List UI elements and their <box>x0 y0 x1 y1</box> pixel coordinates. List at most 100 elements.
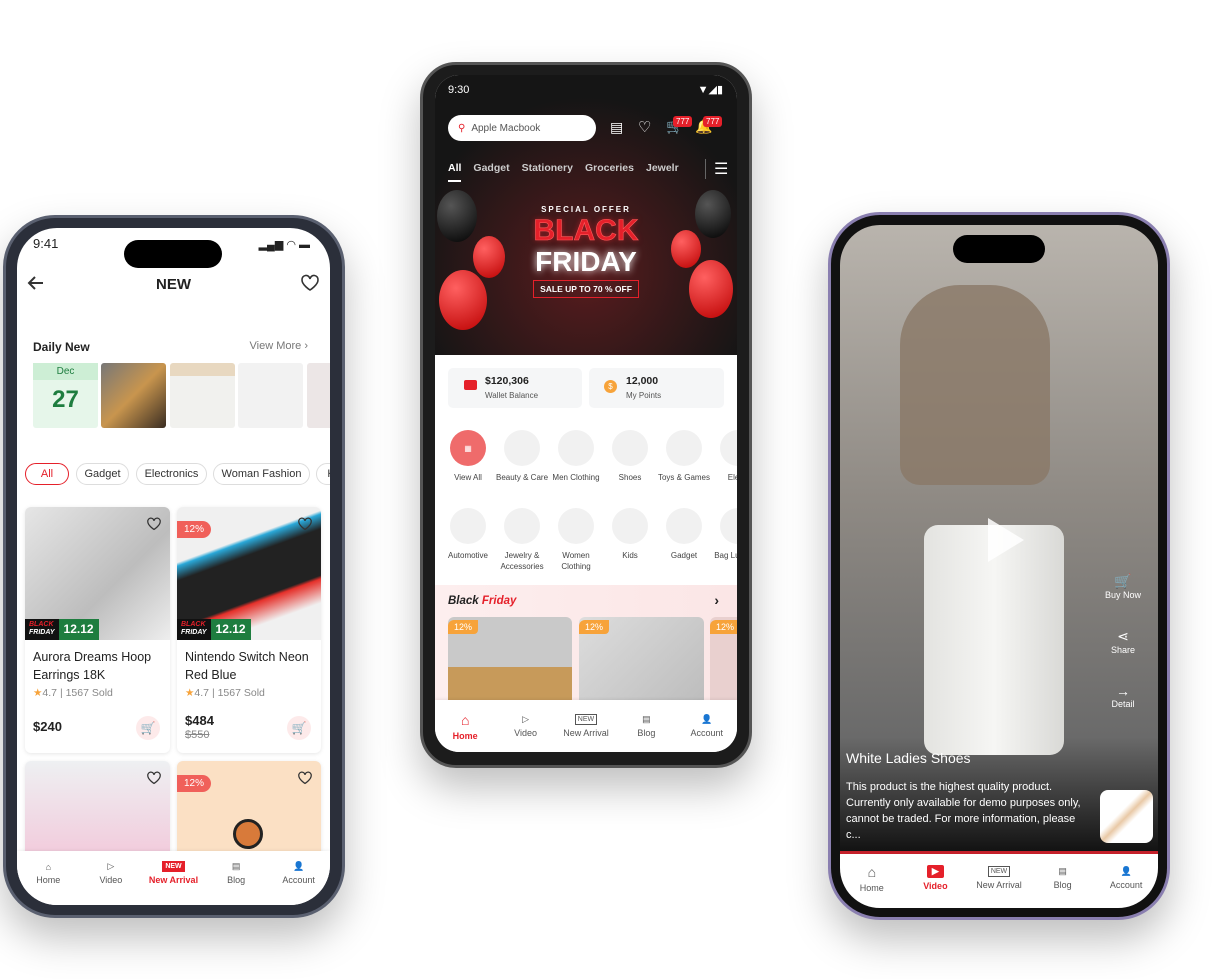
category-item[interactable]: Shoes <box>603 430 657 483</box>
section-chevron-icon[interactable]: › <box>714 592 719 608</box>
category-item[interactable]: ▦ View All <box>441 430 495 483</box>
product-card[interactable]: BLACK FRIDAY 12.12 Aurora Dreams Hoop Ear… <box>25 507 170 753</box>
category-item[interactable]: Bag Luggage <box>711 508 737 561</box>
category-item[interactable]: Automotive <box>441 508 495 561</box>
chip-gadget[interactable]: Gadget <box>76 463 129 485</box>
add-to-cart-button[interactable]: 🛒 <box>287 716 311 740</box>
orders-icon[interactable]: ▤ <box>610 119 623 136</box>
category-item[interactable]: Kids <box>603 508 657 561</box>
chip-woman-fashion[interactable]: Woman Fashion <box>213 463 310 485</box>
daily-item-stools[interactable] <box>238 363 303 428</box>
nav-blog[interactable]: ▤ Blog <box>1033 866 1093 890</box>
black-friday-banner[interactable]: SPECIAL OFFER BLACK FRIDAY SALE UP TO 70… <box>435 190 737 355</box>
wishlist-heart-icon[interactable] <box>297 517 313 531</box>
calendar-day: 27 <box>52 386 79 413</box>
promo-label: BLACK FRIDAY 12.12 <box>25 619 99 640</box>
category-label: Kids <box>622 551 638 560</box>
category-item[interactable]: Electr <box>711 430 737 483</box>
menu-icon[interactable]: ☰ <box>705 159 728 179</box>
nav-home[interactable]: ⌂ Home <box>435 712 495 741</box>
category-label: Automotive <box>447 551 489 560</box>
tab-groceries[interactable]: Groceries <box>585 162 634 182</box>
nav-video[interactable]: ▷ Video <box>81 861 141 885</box>
new-icon: NEW <box>574 714 598 725</box>
nav-account[interactable]: 👤 Account <box>1096 866 1156 890</box>
category-image <box>504 508 540 544</box>
product-price: $484 <box>185 713 214 728</box>
deal-card[interactable]: 12% <box>710 617 737 700</box>
product-price: $240 <box>33 719 62 734</box>
daily-new-title: Daily New <box>33 340 90 354</box>
nav-home[interactable]: ⌂ Home <box>842 864 902 893</box>
account-icon: 👤 <box>293 861 305 871</box>
nav-blog[interactable]: ▤ Blog <box>616 714 676 738</box>
bottom-nav: ⌂ Home ▷ Video NEW New Arrival ▤ Blog 👤 Accou… <box>17 851 330 905</box>
category-item[interactable]: Men Clothing <box>549 430 603 483</box>
nav-new-arrival[interactable]: NEW New Arrival <box>143 861 203 885</box>
wishlist-heart-icon[interactable] <box>146 771 162 785</box>
product-image-compact <box>233 819 263 849</box>
view-more-link[interactable]: View More › <box>250 340 309 352</box>
promo-black: BLACK <box>29 621 54 628</box>
category-item[interactable]: Gadget <box>657 508 711 561</box>
wishlist-heart-icon[interactable] <box>297 771 313 785</box>
tab-all[interactable]: All <box>448 162 462 182</box>
play-icon[interactable] <box>988 518 1024 562</box>
action-label: Share <box>1110 645 1136 655</box>
nav-video[interactable]: ▶ Video <box>905 865 965 891</box>
daily-item-shorts[interactable] <box>170 363 235 428</box>
chip-more[interactable]: K <box>316 463 330 485</box>
wishlist-icon[interactable]: ♡ <box>638 118 651 136</box>
tab-jewelry[interactable]: Jewelr <box>646 162 679 182</box>
tab-stationery[interactable]: Stationery <box>522 162 573 182</box>
dynamic-island <box>953 235 1045 263</box>
category-image <box>612 430 648 466</box>
nav-home[interactable]: ⌂ Home <box>18 862 78 885</box>
nav-account[interactable]: 👤 Account <box>269 861 329 885</box>
banner-kicker: SPECIAL OFFER <box>541 205 631 214</box>
category-label: Gadget <box>670 551 698 560</box>
rating-value: 4.7 <box>194 687 210 699</box>
nav-new-arrival[interactable]: NEW New Arrival <box>969 866 1029 890</box>
category-item[interactable]: Jewelry & Accessories <box>495 508 549 572</box>
heart-icon[interactable] <box>300 274 320 292</box>
nav-video[interactable]: ▷ Video <box>496 714 556 738</box>
category-label: Toys & Games <box>657 473 710 482</box>
share-button[interactable]: ⋖ Share <box>1093 628 1153 655</box>
deal-card[interactable]: 12% <box>579 617 704 700</box>
detail-button[interactable]: → Detail <box>1093 683 1153 709</box>
search-icon: ⚲ <box>458 122 466 134</box>
search-input[interactable]: ⚲ Apple Macbook <box>448 115 596 141</box>
chip-all[interactable]: All <box>25 463 69 485</box>
coin-icon: $ <box>604 380 617 393</box>
category-label: View All <box>454 473 482 482</box>
daily-item-more[interactable] <box>307 363 330 428</box>
banner-sale: SALE UP TO 70 % OFF <box>533 280 639 298</box>
wallet-label: Wallet Balance <box>485 391 539 400</box>
calendar-tile: Dec 27 <box>33 363 98 428</box>
section-title-friday: Friday <box>481 595 517 607</box>
cart-count-badge: 777 <box>673 116 693 127</box>
wishlist-heart-icon[interactable] <box>146 517 162 531</box>
add-to-cart-button[interactable]: 🛒 <box>136 716 160 740</box>
category-item[interactable]: Women Clothing <box>549 508 603 572</box>
chip-electronics[interactable]: Electronics <box>136 463 207 485</box>
product-thumbnail[interactable] <box>1100 790 1153 843</box>
nav-account[interactable]: 👤 Account <box>677 714 737 738</box>
category-image <box>720 430 737 466</box>
nav-label: New Arrival <box>148 875 199 885</box>
product-card[interactable]: 12% BLACK FRIDAY 12.12 Nintendo Switch Ne… <box>177 507 321 753</box>
nav-new-arrival[interactable]: NEW New Arrival <box>556 714 616 738</box>
daily-item-bag[interactable] <box>101 363 166 428</box>
category-item[interactable]: Toys & Games <box>657 430 711 483</box>
category-item[interactable]: Beauty & Care <box>495 430 549 483</box>
tab-gadget[interactable]: Gadget <box>473 162 509 182</box>
buy-now-button[interactable]: 🛒 Buy Now <box>1093 573 1153 600</box>
search-placeholder: Apple Macbook <box>471 122 541 134</box>
section-title: Black Friday <box>448 595 516 607</box>
nav-blog[interactable]: ▤ Blog <box>206 861 266 885</box>
wallet-card[interactable]: $120,306 Wallet Balance <box>448 368 582 408</box>
deal-card[interactable]: 12% <box>448 617 572 700</box>
points-card[interactable]: $ 12,000 My Points <box>589 368 724 408</box>
blog-icon: ▤ <box>231 861 241 871</box>
